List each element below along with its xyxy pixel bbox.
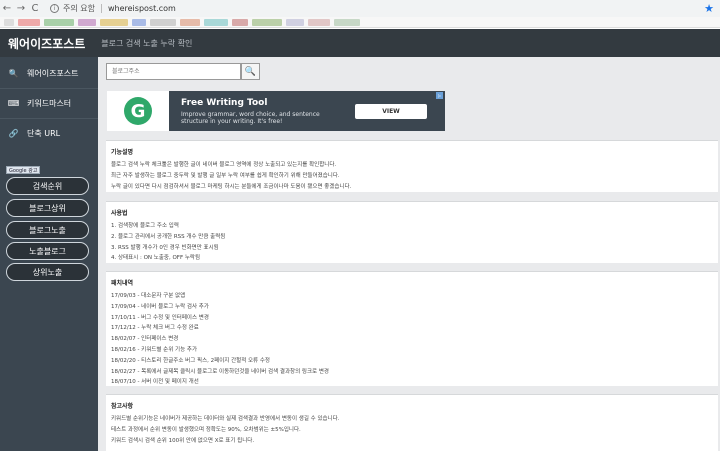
section-line: 18/02/07 - 인터페이스 변경 <box>111 336 179 343</box>
sidebar-item-short-url[interactable]: 🔗 단축 URL <box>0 119 98 148</box>
ad-title: Free Writing Tool <box>181 97 268 108</box>
section-line: 테스트 과정에서 순위 변동이 발생했으며 정확도는 90%, 오차범위는 ±5… <box>111 426 301 433</box>
ad-banner[interactable]: G Free Writing Tool Improve grammar, wor… <box>107 91 445 131</box>
sidebar-item-label: 키워드마스터 <box>27 99 72 108</box>
adchoices-icon[interactable]: ▷ <box>436 92 443 99</box>
back-icon[interactable]: ← <box>0 2 14 16</box>
section-title: 참고사항 <box>111 403 134 410</box>
section-title: 사용법 <box>111 210 128 217</box>
bookmark-star-icon[interactable]: ★ <box>704 2 714 15</box>
ad-view-button[interactable]: VIEW <box>355 103 427 119</box>
section-line: 3. RSS 발행 개수가 0인 경우 빈화면만 표시됨 <box>111 244 219 251</box>
section-line: 18/02/16 - 키워드별 순위 기능 추가 <box>111 346 198 353</box>
bookmark-item[interactable] <box>44 18 74 26</box>
site-title[interactable]: 웨어이즈포스트 <box>8 35 85 52</box>
section-features: 기능설명 블로그 검색 누락 체크툴은 발행한 글이 네이버 블로그 영역에 정… <box>106 140 718 192</box>
section-title: 패치내역 <box>111 280 134 287</box>
app-header: 웨어이즈포스트 블로그 검색 노출 누락 확인 <box>0 29 720 57</box>
bookmarks-bar <box>0 17 720 28</box>
section-line: 17/09/03 - 대소문자 구분 없앱 <box>111 293 186 299</box>
bookmark-item[interactable] <box>204 18 228 26</box>
bookmark-item[interactable] <box>18 18 40 26</box>
ad-logo-box: G <box>107 91 169 131</box>
ad-link-button[interactable]: 검색순위 <box>6 177 89 195</box>
section-usage: 사용법 1. 검색창에 블로그 주소 입력 2. 블로그 관리에서 공개한 RS… <box>106 201 718 263</box>
sidebar: 🔍 웨어이즈포스트 ⌨ 키워드마스터 🔗 단축 URL Google 광고 검색… <box>0 57 98 451</box>
bookmark-item[interactable] <box>232 18 248 26</box>
sidebar-item-keyword-master[interactable]: ⌨ 키워드마스터 <box>0 89 98 118</box>
section-line: 18/07/10 - 서버 이전 및 페이지 개선 <box>111 379 199 386</box>
ad-text: Free Writing Tool Improve grammar, word … <box>181 98 331 125</box>
forward-icon[interactable]: → <box>14 2 28 16</box>
blog-address-input[interactable] <box>106 63 241 80</box>
section-line: 18/02/27 - 목록에서 글제목 클릭시 블로그로 이동하던것을 네이버 … <box>111 368 329 375</box>
search-icon: 🔍 <box>8 69 19 78</box>
section-line: 18/02/20 - 티스토리 한글주소 버그 픽스, 2페이지 간헐적 오류 … <box>111 357 270 364</box>
main-content: 🔍 G Free Writing Tool Improve grammar, w… <box>98 57 720 451</box>
bookmark-item[interactable] <box>308 18 330 26</box>
ad-description: Improve grammar, word choice, and senten… <box>181 110 320 125</box>
search-button[interactable]: 🔍 <box>241 63 260 80</box>
section-line: 17/10/11 - 버그 수정 및 인터페이스 변경 <box>111 314 209 321</box>
sidebar-item-whereispost[interactable]: 🔍 웨어이즈포스트 <box>0 59 98 88</box>
bookmark-item[interactable] <box>100 18 128 26</box>
bookmark-item[interactable] <box>132 18 146 26</box>
info-icon[interactable]: i <box>50 4 59 13</box>
security-label: 주의 요함 <box>63 4 95 13</box>
section-line: 17/12/12 - 누락 체크 버그 수정 완료 <box>111 325 199 332</box>
section-patch-notes: 패치내역 17/09/03 - 대소문자 구분 없앱 17/09/04 - 네이… <box>106 271 718 386</box>
ad-link-button[interactable]: 블로그노출 <box>6 221 89 239</box>
section-line: 최근 자주 발생하는 블로그 중두락 및 발행 글 일부 누락 여부를 쉽게 확… <box>111 172 340 179</box>
section-line: 1. 검색창에 블로그 주소 입력 <box>111 223 179 229</box>
browser-toolbar: ← → C i 주의 요함 whereispost.com ★ <box>0 0 720 17</box>
bookmark-item[interactable] <box>252 18 282 26</box>
section-line: 키워드 검색시 검색 순위 100위 안에 없으면 X로 표기 됩니다. <box>111 437 255 444</box>
section-line: 17/09/04 - 네이버 블로그 누락 검사 추가 <box>111 303 209 310</box>
section-line: 키워드별 순위기능은 네이버가 제공하는 데이터와 실제 검색결과 반영에서 변… <box>111 416 340 422</box>
reload-icon[interactable]: C <box>28 2 42 16</box>
section-line: 블로그 검색 누락 체크툴은 발행한 글이 네이버 블로그 영역에 정상 노출되… <box>111 162 337 168</box>
google-ad-label[interactable]: Google 광고 <box>6 166 41 174</box>
bookmark-item[interactable] <box>78 18 96 26</box>
ad-link-button[interactable]: 노출블로그 <box>6 242 89 260</box>
site-subtitle: 블로그 검색 노출 누락 확인 <box>101 38 193 48</box>
section-title: 기능설명 <box>111 149 134 156</box>
bookmark-item[interactable] <box>286 18 304 26</box>
ad-link-button[interactable]: 블로그상위 <box>6 199 89 217</box>
keyboard-icon: ⌨ <box>7 99 20 108</box>
search-icon: 🔍 <box>244 66 257 77</box>
section-line: 4. 상태표시 : ON 노출중, OFF 누락됨 <box>111 255 201 262</box>
bookmark-item[interactable] <box>4 18 14 26</box>
url-text[interactable]: whereispost.com <box>108 4 176 13</box>
section-line: 누락 글이 있다면 다시 점검하셔서 블로그 마케팅 하시는 분들에게 조금이나… <box>111 183 352 190</box>
section-line: 2. 블로그 관리에서 공개한 RSS 개수 만큼 출력됨 <box>111 233 226 240</box>
bookmark-item[interactable] <box>334 18 360 26</box>
link-icon: 🔗 <box>8 129 19 138</box>
section-notes: 참고사항 키워드별 순위기능은 네이버가 제공하는 데이터와 실제 검색결과 반… <box>106 394 718 451</box>
url-divider <box>100 4 102 13</box>
bookmark-item[interactable] <box>180 18 200 26</box>
bookmark-item[interactable] <box>150 18 176 26</box>
sidebar-item-label: 단축 URL <box>27 129 61 138</box>
address-bar[interactable]: i 주의 요함 whereispost.com <box>50 3 176 14</box>
grammarly-logo-icon: G <box>124 97 152 125</box>
ad-link-button[interactable]: 상위노출 <box>6 263 89 281</box>
sidebar-item-label: 웨어이즈포스트 <box>27 69 79 78</box>
